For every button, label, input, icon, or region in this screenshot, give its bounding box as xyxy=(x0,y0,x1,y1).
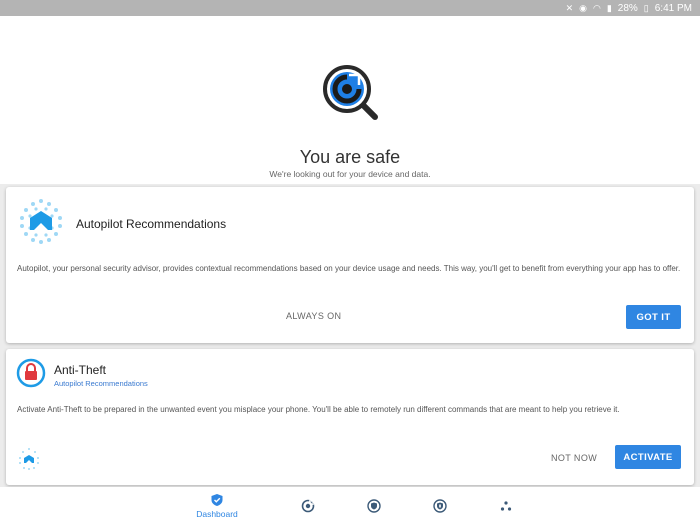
got-it-button[interactable]: GOT IT xyxy=(626,305,681,329)
privacy-shield-icon xyxy=(367,499,381,513)
nav-label-dashboard: Dashboard xyxy=(196,509,238,519)
autopilot-icon xyxy=(20,199,62,244)
not-now-button[interactable]: NOT NOW xyxy=(551,453,597,463)
alarm-icon: ◉ xyxy=(579,2,587,13)
nav-item-antitheft[interactable] xyxy=(410,487,470,525)
page-subtitle: We're looking out for your device and da… xyxy=(269,169,431,179)
scan-icon xyxy=(301,499,315,513)
bottom-nav: Dashboard xyxy=(0,487,700,525)
always-on-button[interactable]: ALWAYS ON xyxy=(286,311,341,321)
page-title: You are safe xyxy=(299,147,401,167)
wifi-icon: ◠ xyxy=(592,2,601,13)
autopilot-small-icon xyxy=(19,448,39,470)
more-dots-icon xyxy=(500,501,512,511)
status-bar: ✕ ◉ ◠ ▮ 28% ▯ 6:41 PM xyxy=(0,0,700,16)
scan-magnifier-logo xyxy=(323,65,378,120)
anti-theft-title: Anti-Theft xyxy=(54,363,107,377)
anti-theft-card: Anti-Theft Autopilot Recommendations Act… xyxy=(6,349,694,485)
signal-icon: ▮ xyxy=(606,2,612,13)
nav-item-scan[interactable] xyxy=(278,487,338,525)
anti-theft-lock-icon xyxy=(16,358,46,388)
autopilot-description: Autopilot, your personal security adviso… xyxy=(17,264,681,273)
anti-theft-description: Activate Anti-Theft to be prepared in th… xyxy=(17,405,620,414)
shield-check-icon xyxy=(211,494,223,506)
hero-section: You are safe We're looking out for your … xyxy=(0,16,700,184)
nav-item-more[interactable] xyxy=(476,487,536,525)
anti-theft-subtitle: Autopilot Recommendations xyxy=(54,379,148,388)
autopilot-title: Autopilot Recommendations xyxy=(76,217,227,231)
nav-item-dashboard[interactable]: Dashboard xyxy=(187,487,247,525)
mute-icon: ✕ xyxy=(565,2,574,13)
activate-button[interactable]: ACTIVATE xyxy=(615,445,681,469)
battery-icon: ▯ xyxy=(643,2,649,13)
nav-item-privacy[interactable] xyxy=(344,487,404,525)
lock-shield-icon xyxy=(433,499,447,513)
autopilot-card: Autopilot Recommendations Autopilot, you… xyxy=(6,187,694,343)
battery-percent: 28% xyxy=(617,2,638,14)
clock: 6:41 PM xyxy=(654,2,692,14)
